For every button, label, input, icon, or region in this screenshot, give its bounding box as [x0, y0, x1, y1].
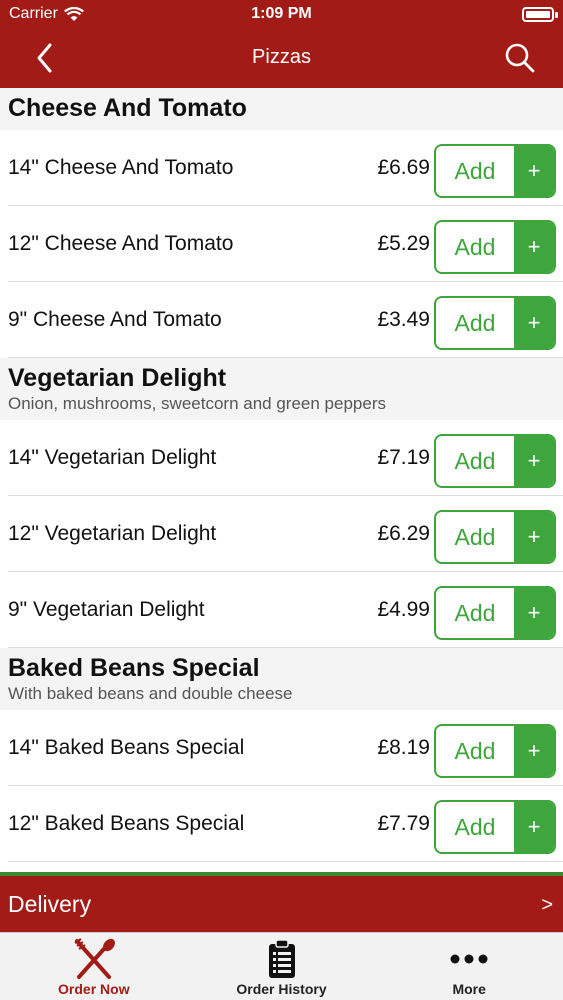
item-price: £8.19 [377, 736, 430, 759]
menu-list[interactable]: Cheese And Tomato 14" Cheese And Tomato £6… [0, 88, 563, 872]
add-button[interactable]: Add + [434, 510, 556, 564]
menu-item: 14" Cheese And Tomato £6.69 Add + [8, 130, 563, 206]
clipboard-list-icon [267, 937, 297, 981]
status-time: 1:09 PM [251, 5, 312, 22]
item-name: 14" Cheese And Tomato [8, 156, 234, 179]
add-button[interactable]: Add + [434, 296, 556, 350]
section-subtitle: With baked beans and double cheese [8, 684, 293, 703]
add-label: Add [454, 233, 496, 260]
chevron-right-icon: > [541, 894, 553, 916]
item-price: £5.29 [377, 232, 430, 255]
add-label: Add [454, 157, 496, 184]
section-title: Baked Beans Special [8, 654, 260, 682]
nav-bar: Pizzas [0, 30, 563, 88]
status-bar: Carrier 1:09 PM [0, 0, 563, 30]
tab-label: More [452, 981, 486, 997]
item-name: 12" Cheese And Tomato [8, 232, 234, 255]
add-button[interactable]: Add + [434, 220, 556, 274]
plus-icon: + [514, 222, 554, 272]
item-price: £6.69 [377, 156, 430, 179]
plus-icon: + [514, 726, 554, 776]
item-price: £3.49 [377, 308, 430, 331]
tab-label: Order History [236, 981, 327, 997]
menu-item: 12" Cheese And Tomato £5.29 Add + [8, 206, 563, 282]
menu-item: 14" Vegetarian Delight £7.19 Add + [8, 420, 563, 496]
tab-order-history[interactable]: Order History [188, 933, 376, 1000]
menu-item: 14" Baked Beans Special £8.19 Add + [8, 710, 563, 786]
add-label: Add [454, 737, 496, 764]
item-price: £7.19 [377, 446, 430, 469]
add-label: Add [454, 813, 496, 840]
section-header: Vegetarian Delight Onion, mushrooms, swee… [0, 358, 563, 420]
tab-label: Order Now [58, 981, 130, 997]
add-label: Add [454, 523, 496, 550]
plus-icon: + [514, 512, 554, 562]
item-name: 14" Vegetarian Delight [8, 446, 217, 469]
section-title: Cheese And Tomato [8, 94, 247, 122]
item-name: 12" Baked Beans Special [8, 812, 245, 835]
add-label: Add [454, 309, 496, 336]
plus-icon: + [514, 802, 554, 852]
add-label: Add [454, 447, 496, 474]
fork-knife-icon [71, 937, 117, 981]
tab-bar: Order Now Order History More [0, 932, 563, 1000]
page-title: Pizzas [252, 46, 311, 68]
add-button[interactable]: Add + [434, 800, 556, 854]
item-name: 9" Cheese And Tomato [8, 308, 222, 331]
item-name: 12" Vegetarian Delight [8, 522, 217, 545]
plus-icon: + [514, 298, 554, 348]
menu-item: 9" Vegetarian Delight £4.99 Add + [8, 572, 563, 648]
add-button[interactable]: Add + [434, 434, 556, 488]
section-title: Vegetarian Delight [8, 364, 227, 392]
delivery-bar[interactable]: Delivery > [0, 872, 563, 932]
add-label: Add [454, 599, 496, 626]
delivery-label: Delivery [8, 891, 92, 917]
plus-icon: + [514, 588, 554, 638]
item-price: £4.99 [377, 598, 430, 621]
battery-cap [555, 12, 558, 18]
menu-item: 12" Vegetarian Delight £6.29 Add + [8, 496, 563, 572]
menu-item: 9" Cheese And Tomato £3.49 Add + [8, 282, 563, 358]
section-subtitle: Onion, mushrooms, sweetcorn and green pe… [8, 394, 386, 413]
search-icon [505, 43, 535, 73]
tab-order-now[interactable]: Order Now [0, 933, 188, 1000]
plus-icon: + [514, 436, 554, 486]
item-price: £7.79 [377, 812, 430, 835]
more-dots-icon [449, 937, 489, 981]
section-header: Baked Beans Special With baked beans and … [0, 648, 563, 710]
plus-icon: + [514, 146, 554, 196]
tab-more[interactable]: More [375, 933, 563, 1000]
menu-item: 12" Baked Beans Special £7.79 Add + [8, 786, 563, 862]
search-button[interactable] [503, 40, 537, 76]
item-name: 9" Vegetarian Delight [8, 598, 205, 621]
add-button[interactable]: Add + [434, 724, 556, 778]
item-name: 14" Baked Beans Special [8, 736, 245, 759]
section-header: Cheese And Tomato [0, 88, 563, 130]
add-button[interactable]: Add + [434, 586, 556, 640]
battery-icon [522, 7, 554, 22]
add-button[interactable]: Add + [434, 144, 556, 198]
item-price: £6.29 [377, 522, 430, 545]
app-header: Carrier 1:09 PM Pizzas [0, 0, 563, 88]
